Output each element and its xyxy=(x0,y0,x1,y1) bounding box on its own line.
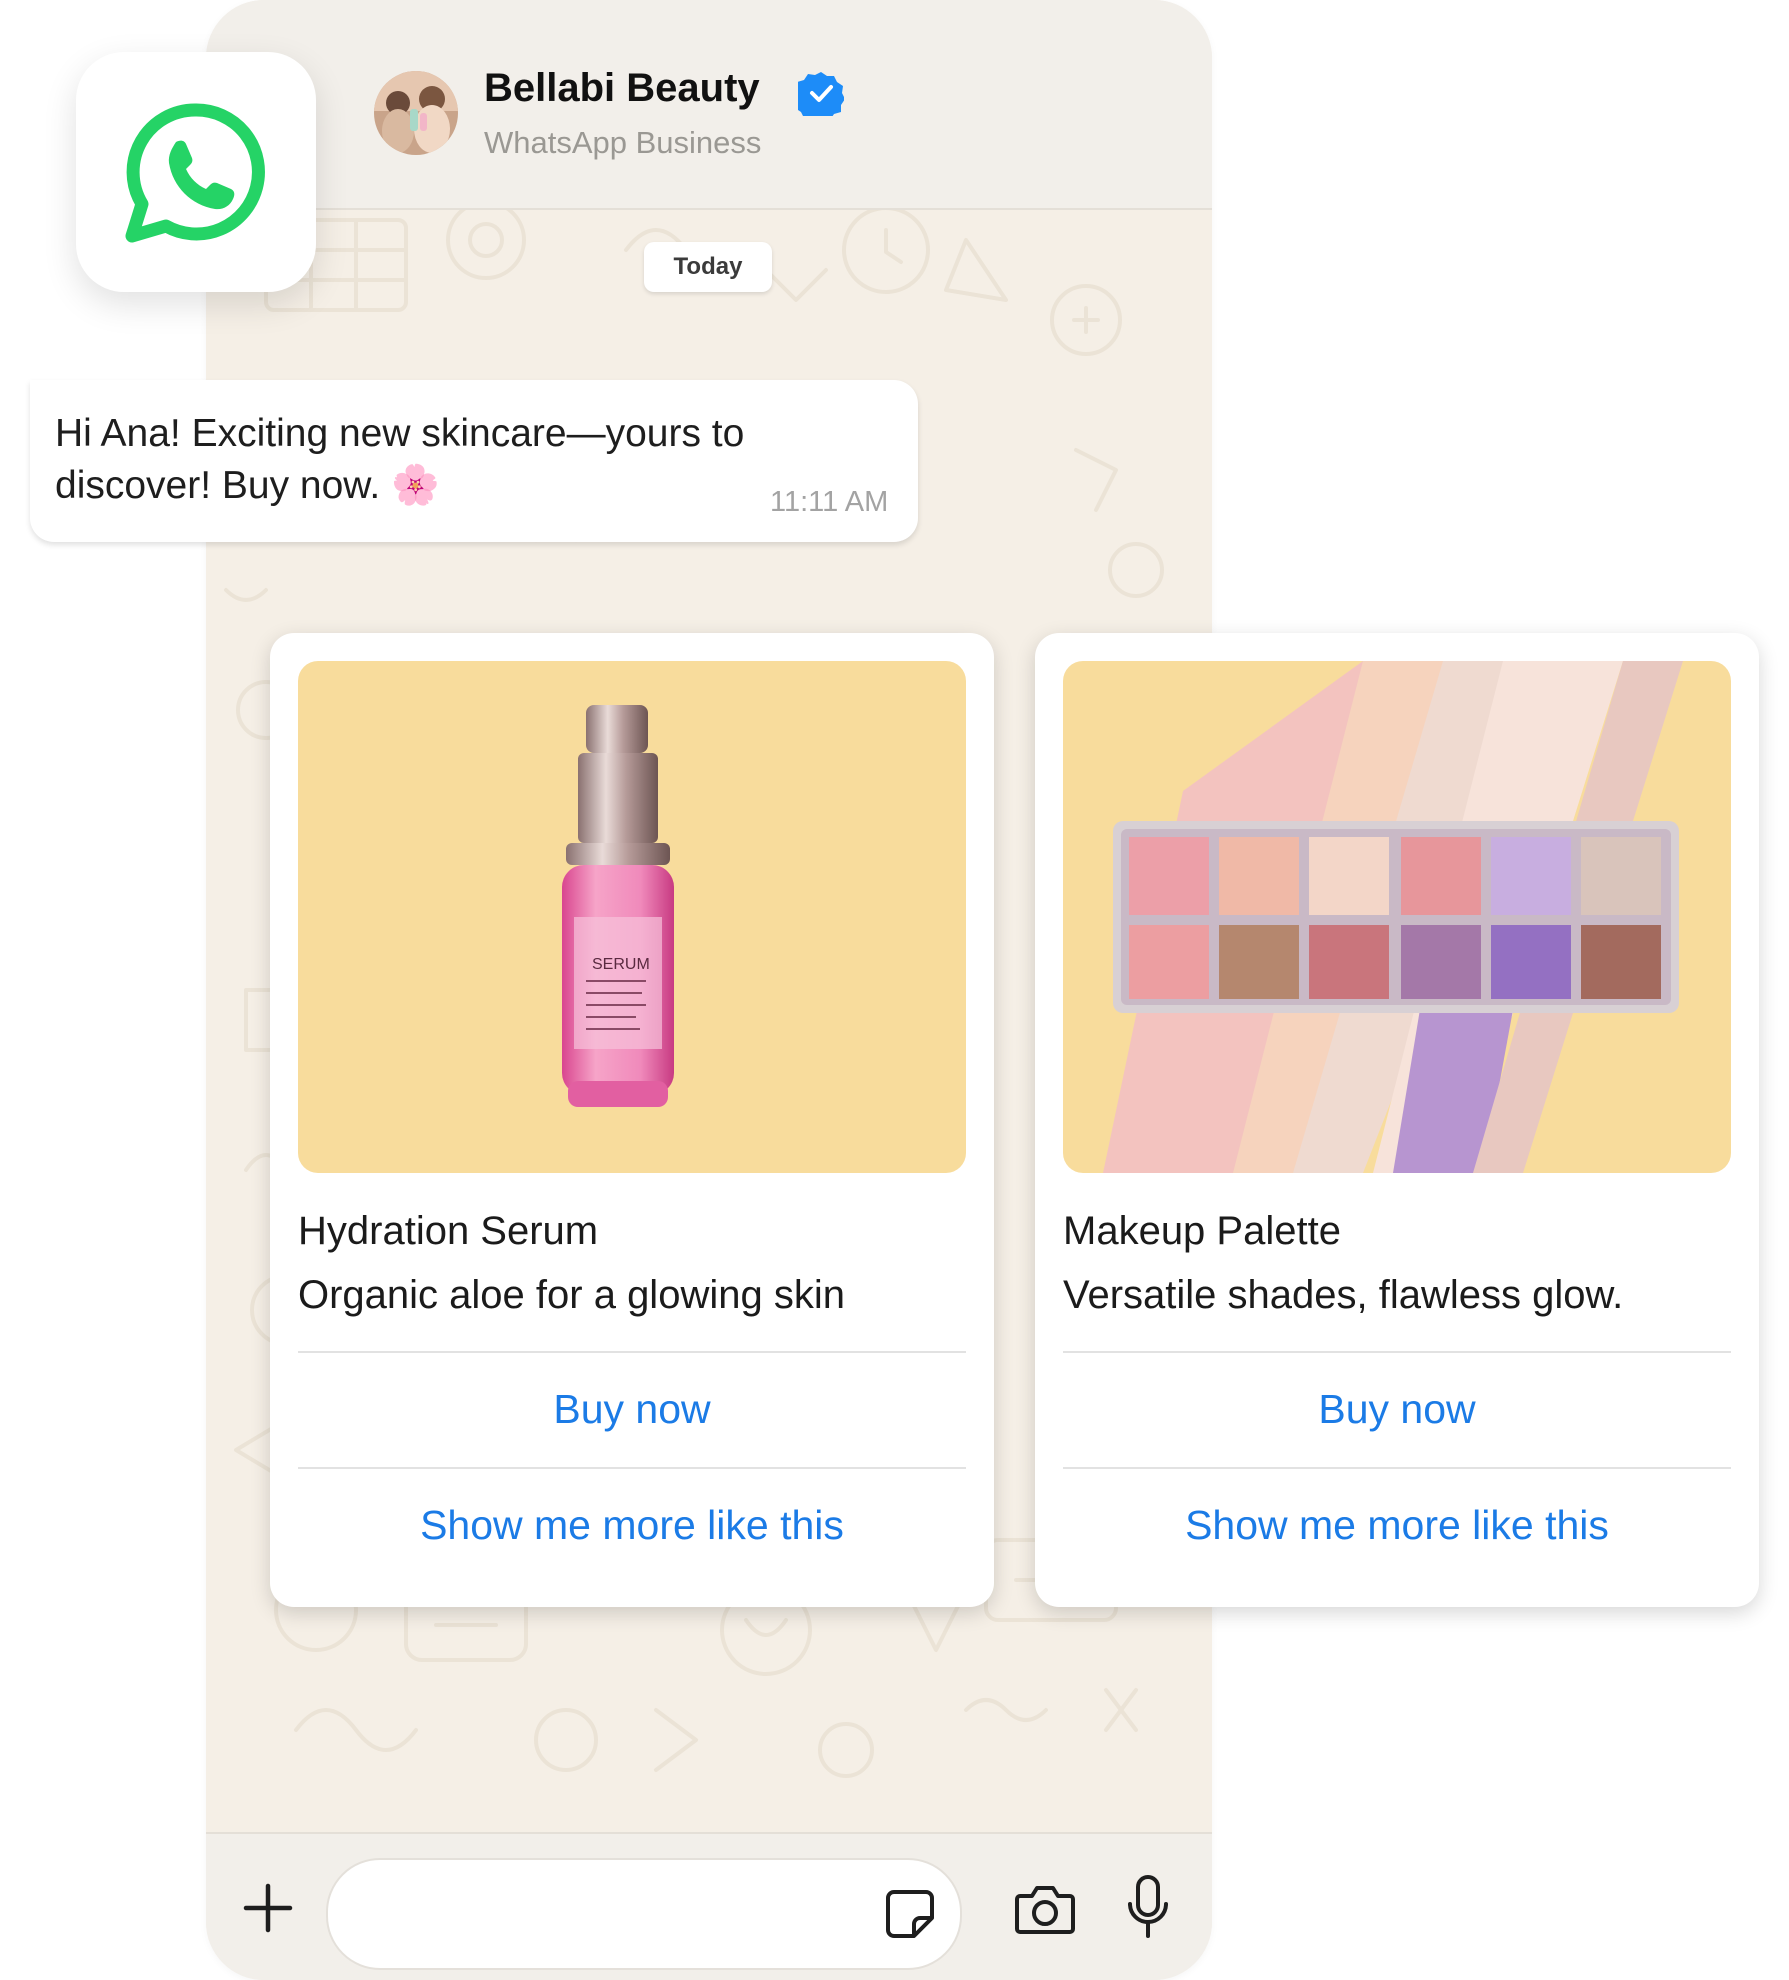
show-more-button[interactable]: Show me more like this xyxy=(1063,1469,1731,1581)
plus-icon[interactable] xyxy=(240,1880,296,1936)
product-title: Makeup Palette xyxy=(1063,1209,1341,1253)
chat-header: Bellabi Beauty WhatsApp Business xyxy=(206,0,1212,210)
product-description: Versatile shades, flawless glow. xyxy=(1063,1273,1624,1317)
date-chip: Today xyxy=(644,242,772,292)
microphone-icon[interactable] xyxy=(1126,1874,1170,1942)
buy-now-button[interactable]: Buy now xyxy=(298,1353,966,1465)
input-bar xyxy=(206,1832,1212,1980)
verified-badge-icon xyxy=(798,72,844,116)
svg-text:SERUM: SERUM xyxy=(592,956,650,973)
product-card-serum: SERUM Hydration Serum Organic aloe for a… xyxy=(270,633,994,1607)
show-more-button[interactable]: Show me more like this xyxy=(298,1469,966,1581)
contact-name[interactable]: Bellabi Beauty xyxy=(484,66,760,111)
camera-icon[interactable] xyxy=(1014,1882,1076,1936)
product-image-palette[interactable] xyxy=(1063,661,1731,1173)
product-description: Organic aloe for a glowing skin xyxy=(298,1273,845,1317)
whatsapp-logo-icon xyxy=(125,103,265,243)
product-image-serum[interactable]: SERUM xyxy=(298,661,966,1173)
product-title: Hydration Serum xyxy=(298,1209,599,1253)
message-input[interactable] xyxy=(326,1858,962,1970)
message-time: 11:11 AM xyxy=(770,486,889,518)
buy-now-button[interactable]: Buy now xyxy=(1063,1353,1731,1465)
sticker-icon[interactable] xyxy=(884,1888,936,1940)
contact-avatar[interactable] xyxy=(374,71,458,155)
whatsapp-app-icon xyxy=(76,52,316,292)
contact-subtitle: WhatsApp Business xyxy=(484,125,762,160)
message-text: Hi Ana! Exciting new skincare—yours to d… xyxy=(55,412,745,507)
product-card-palette: Makeup Palette Versatile shades, flawles… xyxy=(1035,633,1759,1607)
